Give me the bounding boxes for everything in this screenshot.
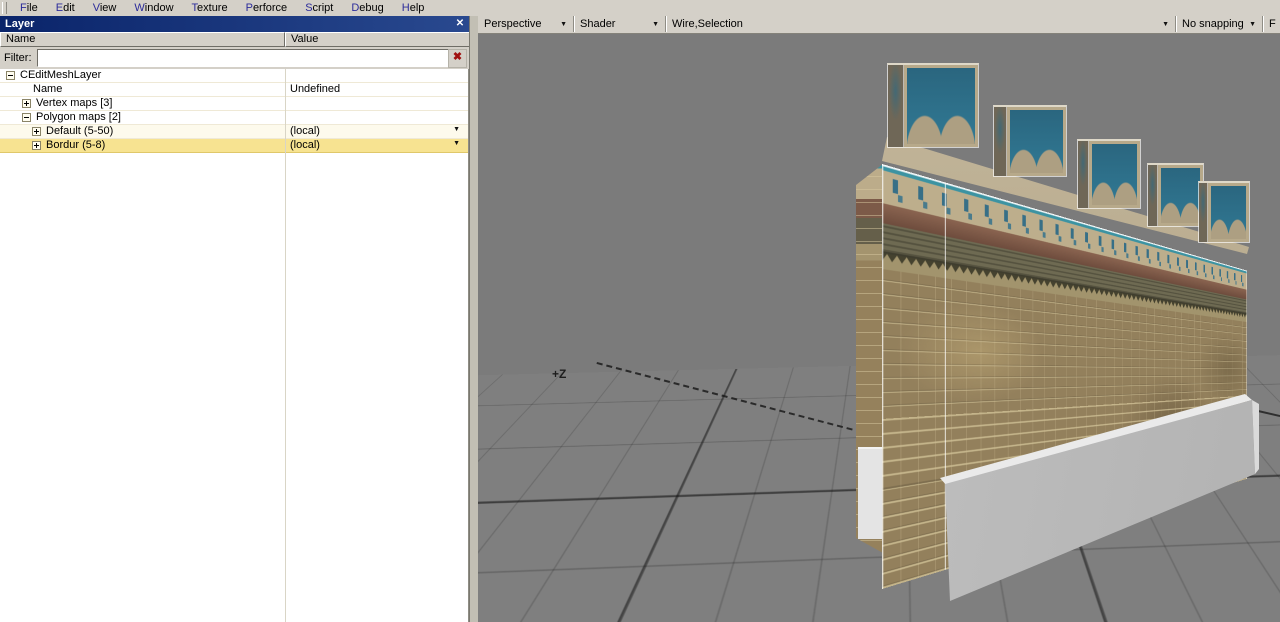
chevron-down-icon: ▼ <box>1162 17 1169 32</box>
wireframe-edge <box>882 164 883 589</box>
column-headers: Name Value <box>0 32 470 47</box>
merlon-front-face <box>1158 165 1203 226</box>
menu-view[interactable]: View <box>84 1 126 15</box>
menu-file[interactable]: File <box>11 1 47 15</box>
column-divider[interactable] <box>285 69 286 622</box>
chevron-down-icon[interactable]: ▼ <box>453 140 460 147</box>
tree-row-root[interactable]: CEditMeshLayer <box>0 69 468 83</box>
tree-label: Name <box>33 83 62 96</box>
shading-label: Shader <box>580 18 615 30</box>
menu-script[interactable]: Script <box>296 1 342 15</box>
tree-value: (local) <box>290 125 320 138</box>
chevron-down-icon: ▼ <box>652 17 659 32</box>
wireframe-edge <box>945 182 946 570</box>
expand-icon[interactable] <box>32 141 41 150</box>
merlon-1 <box>887 63 979 148</box>
menu-edit[interactable]: Edit <box>47 1 84 15</box>
menu-help[interactable]: Help <box>393 1 434 15</box>
tree-label: Polygon maps [2] <box>36 111 121 124</box>
merlon-4 <box>1147 163 1204 227</box>
merlon-side-face <box>1148 165 1158 226</box>
merlon-3 <box>1077 139 1141 209</box>
tree-label: Vertex maps [3] <box>36 97 112 110</box>
tree-row-name-property[interactable]: Name Undefined <box>0 83 468 97</box>
merlon-side-face <box>1199 183 1208 242</box>
tree-row-default-map[interactable]: Default (5-50) (local) ▼ <box>0 125 468 139</box>
merlon-2 <box>993 105 1067 177</box>
collapse-icon[interactable] <box>22 113 31 122</box>
clipped-toolbar-control[interactable]: F <box>1263 16 1280 32</box>
chevron-down-icon[interactable]: ▼ <box>453 126 460 133</box>
column-header-name[interactable]: Name <box>0 32 285 47</box>
tree-label: CEditMeshLayer <box>20 69 101 82</box>
merlon-front-face <box>1208 183 1249 242</box>
app-window: File Edit View Window Texture Perforce S… <box>0 0 1280 622</box>
filter-input[interactable] <box>37 49 449 67</box>
menu-bar: File Edit View Window Texture Perforce S… <box>0 0 1280 16</box>
merlon-side-face <box>1078 141 1089 208</box>
tree-row-vertex-maps[interactable]: Vertex maps [3] <box>0 97 468 111</box>
collapse-icon[interactable] <box>6 71 15 80</box>
toolbar-grip[interactable] <box>2 2 7 14</box>
shading-dropdown[interactable]: Shader ▼ <box>574 16 666 32</box>
viewport-3d[interactable]: Perspective ▼ Shader ▼ Wire,Selection ▼ … <box>478 16 1280 622</box>
clear-filter-icon[interactable]: ✖ <box>448 49 467 68</box>
tree-value: Undefined <box>290 83 340 96</box>
menu-texture[interactable]: Texture <box>183 1 237 15</box>
tree-row-polygon-maps[interactable]: Polygon maps [2] <box>0 111 468 125</box>
scene-canvas[interactable]: +Z <box>478 33 1280 622</box>
layer-panel-titlebar[interactable]: Layer ✕ <box>0 16 470 32</box>
viewport-toolbar: Perspective ▼ Shader ▼ Wire,Selection ▼ … <box>478 16 1280 34</box>
tree-value: (local) <box>290 139 320 152</box>
view-mode-dropdown[interactable]: Perspective ▼ <box>478 16 574 32</box>
close-icon[interactable]: ✕ <box>453 17 467 31</box>
merlon-side-face <box>994 107 1007 176</box>
chevron-down-icon: ▼ <box>560 17 567 32</box>
snapping-label: No snapping <box>1182 18 1244 30</box>
merlon-side-face <box>888 65 904 147</box>
tree-label: Default (5-50) <box>46 125 113 138</box>
filter-label: Filter: <box>4 52 32 64</box>
chevron-down-icon: ▼ <box>1249 17 1256 32</box>
panel-title: Layer <box>5 18 34 30</box>
merlon-front-face <box>904 65 978 147</box>
z-axis-label: +Z <box>552 367 566 381</box>
display-flags-dropdown[interactable]: Wire,Selection ▼ <box>666 16 1176 32</box>
clipped-control-label: F <box>1269 18 1276 30</box>
menu-debug[interactable]: Debug <box>342 1 392 15</box>
view-mode-label: Perspective <box>484 18 541 30</box>
filter-row: Filter: ✖ <box>0 47 470 69</box>
menu-window[interactable]: Window <box>125 1 182 15</box>
snapping-dropdown[interactable]: No snapping ▼ <box>1176 16 1263 32</box>
merlon-front-face <box>1089 141 1140 208</box>
merlon-front-face <box>1007 107 1066 176</box>
expand-icon[interactable] <box>22 99 31 108</box>
tree-row-bordur-map[interactable]: Bordur (5-8) (local) ▼ <box>0 139 468 153</box>
display-flags-label: Wire,Selection <box>672 18 743 30</box>
merlon-5 <box>1198 181 1250 243</box>
column-header-value[interactable]: Value <box>285 32 470 47</box>
tree-label: Bordur (5-8) <box>46 139 105 152</box>
expand-icon[interactable] <box>32 127 41 136</box>
layer-tree: CEditMeshLayer Name Undefined Vertex map… <box>0 69 469 622</box>
menu-perforce[interactable]: Perforce <box>237 1 297 15</box>
layer-panel: Layer ✕ Name Value Filter: ✖ CEditMeshLa… <box>0 16 470 622</box>
